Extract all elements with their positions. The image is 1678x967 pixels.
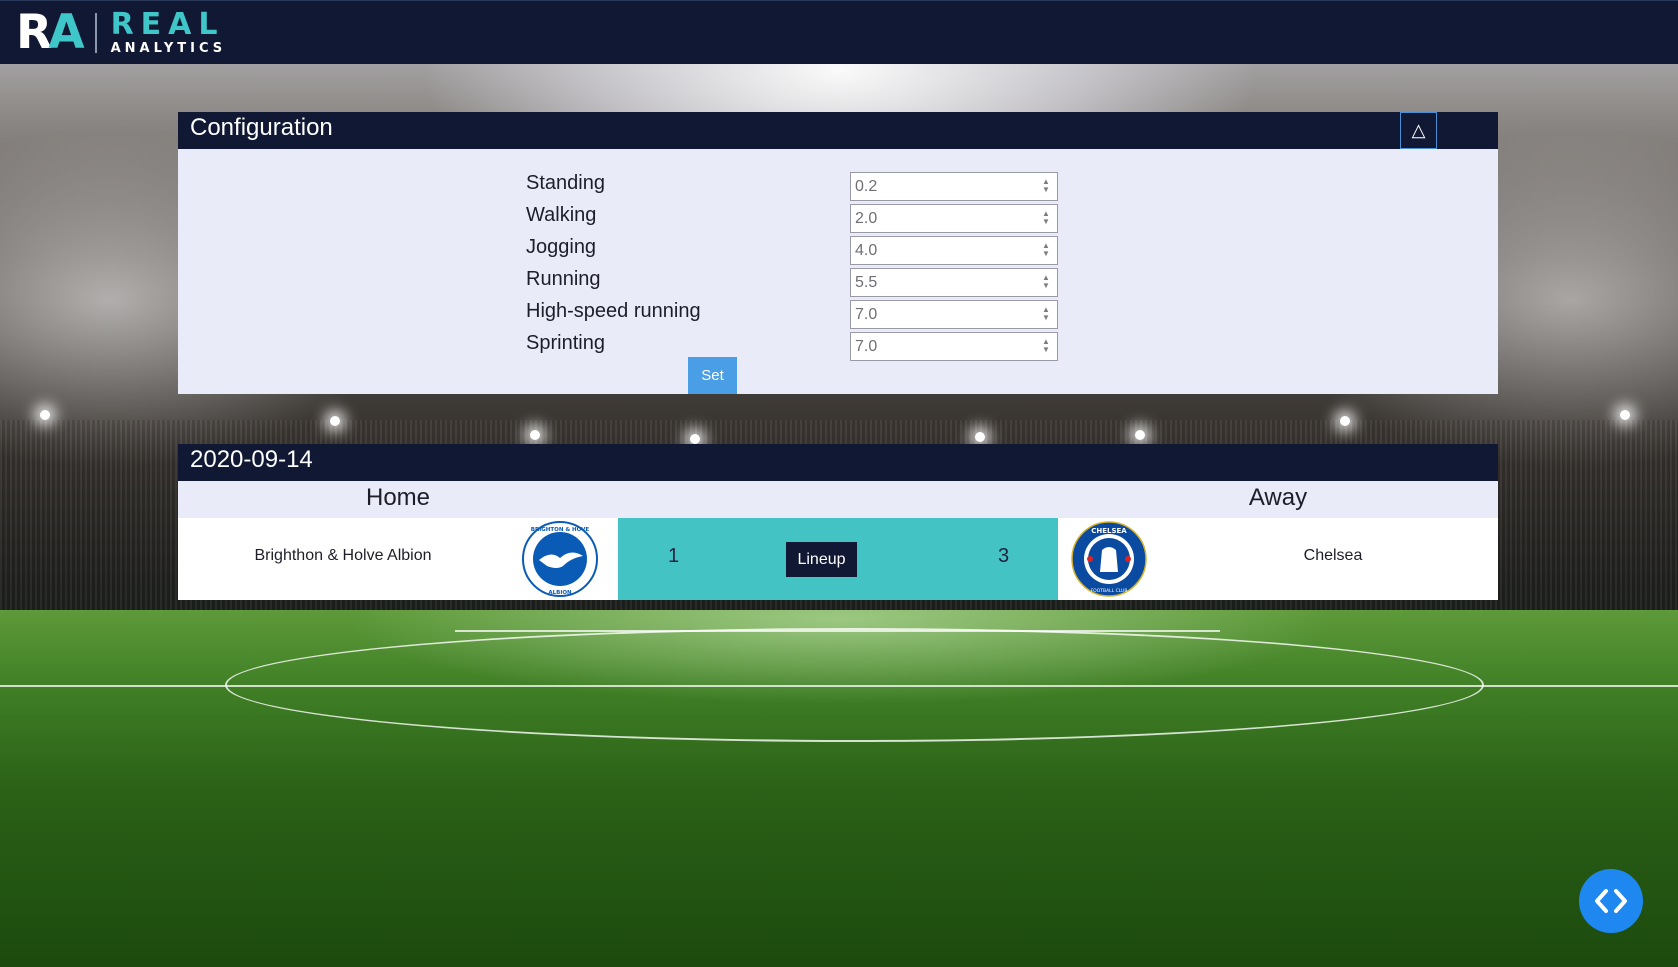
floodlight <box>1340 416 1350 426</box>
set-button[interactable]: Set <box>688 357 737 394</box>
standing-input[interactable]: 0.2 ▲ ▼ <box>850 172 1058 201</box>
away-team-name: Chelsea <box>1303 547 1363 564</box>
jogging-input[interactable]: 4.0 ▲ ▼ <box>850 236 1058 265</box>
floodlight <box>40 410 50 420</box>
svg-text:FOOTBALL CLUB: FOOTBALL CLUB <box>1091 588 1128 594</box>
floodlight <box>690 434 700 444</box>
home-away-header: Home Away <box>178 481 1498 518</box>
configuration-title: Configuration <box>190 114 333 141</box>
code-chevrons-icon <box>1595 889 1627 913</box>
top-bar: RA REAL ANALYTICS <box>0 0 1678 64</box>
running-input[interactable]: 5.5 ▲ ▼ <box>850 268 1058 297</box>
configuration-body: Standing 0.2 ▲ ▼ Walking 2.0 ▲ ▼ Jogging 4.0… <box>178 149 1498 394</box>
match-date: 2020-09-14 <box>178 444 1498 481</box>
floodlight <box>975 432 985 442</box>
config-label: High-speed running <box>526 300 701 322</box>
logo-name: REAL <box>110 7 225 42</box>
config-label: Walking <box>526 204 597 226</box>
floodlight <box>330 416 340 426</box>
nav-toggle-button[interactable] <box>1579 869 1643 933</box>
lineup-button[interactable]: Lineup <box>786 542 857 577</box>
spinner-icon[interactable]: ▲ ▼ <box>1040 242 1052 259</box>
config-row-standing: Standing 0.2 ▲ ▼ <box>178 169 1498 201</box>
match-row: Brighthon & Holve Albion BRIGHTON & HOVE… <box>178 518 1498 600</box>
svg-text:ALBION: ALBION <box>548 590 572 596</box>
brighton-crest-icon: BRIGHTON & HOVE ALBION <box>522 521 598 597</box>
config-row-high-speed-running: High-speed running 7.0 ▲ ▼ <box>178 297 1498 329</box>
config-label: Sprinting <box>526 332 605 354</box>
logo-wordmark: REAL ANALYTICS <box>111 10 227 56</box>
floodlight <box>1135 430 1145 440</box>
logo-subname: ANALYTICS <box>110 41 227 56</box>
chelsea-crest-icon: CHELSEA FOOTBALL CLUB <box>1071 521 1147 597</box>
spinner-icon[interactable]: ▲ ▼ <box>1040 274 1052 291</box>
center-circle <box>225 628 1484 742</box>
collapse-button[interactable]: △ <box>1400 112 1437 149</box>
svg-text:BRIGHTON & HOVE: BRIGHTON & HOVE <box>531 527 590 533</box>
home-header: Home <box>365 484 431 511</box>
config-row-walking: Walking 2.0 ▲ ▼ <box>178 201 1498 233</box>
spinner-icon[interactable]: ▲ ▼ <box>1040 306 1052 323</box>
configuration-header: Configuration △ <box>178 112 1498 149</box>
config-row-sprinting: Sprinting 7.0 ▲ ▼ <box>178 329 1498 361</box>
spinner-icon[interactable]: ▲ ▼ <box>1040 338 1052 355</box>
brand-logo[interactable]: RA REAL ANALYTICS <box>16 9 226 57</box>
logo-mark: RA <box>16 5 85 60</box>
spinner-icon[interactable]: ▲ ▼ <box>1040 210 1052 227</box>
config-row-jogging: Jogging 4.0 ▲ ▼ <box>178 233 1498 265</box>
config-label: Running <box>526 268 601 290</box>
score-area: 1 Lineup 3 <box>618 518 1058 600</box>
away-score: 3 <box>998 545 1010 567</box>
triangle-up-icon: △ <box>1411 120 1426 140</box>
home-team-name: Brighthon & Holve Albion <box>254 547 432 564</box>
walking-input[interactable]: 2.0 ▲ ▼ <box>850 204 1058 233</box>
floodlight <box>530 430 540 440</box>
config-label: Jogging <box>526 236 597 258</box>
match-panel: 2020-09-14 Home Away Brighthon & Holve A… <box>178 444 1498 600</box>
sprinting-input[interactable]: 7.0 ▲ ▼ <box>850 332 1058 361</box>
home-score: 1 <box>668 545 680 567</box>
high-speed-running-input[interactable]: 7.0 ▲ ▼ <box>850 300 1058 329</box>
away-header: Away <box>1248 484 1308 511</box>
svg-text:CHELSEA: CHELSEA <box>1091 527 1127 535</box>
configuration-panel: Configuration △ Standing 0.2 ▲ ▼ Walking 2… <box>178 112 1498 394</box>
logo-divider <box>94 13 97 53</box>
config-label: Standing <box>526 172 605 194</box>
spinner-icon[interactable]: ▲ ▼ <box>1040 178 1052 195</box>
floodlight <box>1620 410 1630 420</box>
config-row-running: Running 5.5 ▲ ▼ <box>178 265 1498 297</box>
